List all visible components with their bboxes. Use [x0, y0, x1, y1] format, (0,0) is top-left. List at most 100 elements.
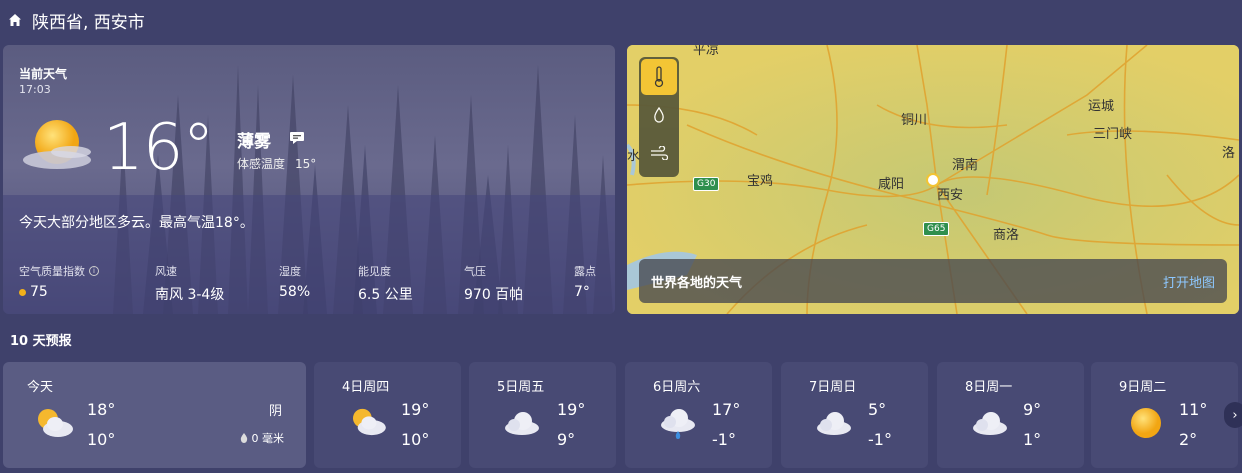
stat-visibility[interactable]: 能见度 6.5 公里 [358, 263, 413, 304]
map-city-label: 水 [627, 149, 641, 164]
current-title: 当前天气 [19, 67, 68, 81]
dew-point-label: 露点 [574, 265, 596, 278]
location-title[interactable]: 陕西省, 西安市 [32, 8, 145, 33]
highway-badge: G65 [923, 222, 950, 236]
map-layer-controls [639, 57, 679, 177]
pressure-label: 气压 [464, 265, 486, 278]
dew-point-value: 7° [574, 284, 590, 300]
forecast-day: 5日周五 [497, 380, 545, 395]
partly-cloudy-icon [353, 408, 386, 436]
feels-label: 体感温度 [237, 157, 286, 171]
forecast-high: 17° [712, 400, 741, 419]
wind-icon [651, 146, 668, 160]
thermometer-icon [654, 66, 664, 88]
chevron-right-icon: › [1232, 407, 1238, 423]
current-weather-card: 当前天气 17:03 16° 薄雾 体感温度 15° 今天大部分地区多云。最高气温… [3, 45, 615, 314]
precip-value: 0 毫米 [251, 432, 285, 445]
forecast-high: 11° [1179, 400, 1208, 419]
temperature-layer-button[interactable] [641, 59, 677, 95]
weather-map[interactable]: 铜川 渭南 咸阳 西安 宝鸡 商洛 运城 三门峡 洛 平凉 水 G30 G65 … [627, 45, 1239, 314]
forecast-low: 9° [557, 430, 576, 449]
forecast-card[interactable]: 6日周六 17° -1° [625, 362, 772, 468]
forecast-card[interactable]: 8日周一 9° 1° [937, 362, 1084, 468]
home-icon[interactable] [8, 13, 22, 27]
forecast-day: 6日周六 [653, 380, 701, 395]
map-city-label: 西安 [937, 188, 964, 203]
visibility-label: 能见度 [358, 265, 391, 278]
map-city-label: 平凉 [693, 45, 720, 58]
map-city-label: 商洛 [993, 228, 1020, 243]
cloud-icon [817, 412, 851, 435]
forecast-high: 9° [1023, 400, 1042, 419]
map-title: 世界各地的天气 [651, 275, 743, 291]
map-city-label: 渭南 [952, 158, 979, 173]
open-map-link[interactable]: 打开地图 [1163, 272, 1215, 291]
stat-pressure[interactable]: 气压 970 百帕 [464, 263, 523, 304]
humidity-label: 湿度 [279, 265, 301, 278]
pressure-value: 970 百帕 [464, 287, 524, 303]
forecast-day: 7日周日 [809, 380, 857, 395]
forecast-low: 10° [87, 430, 116, 449]
forecast-condition: 阴 [268, 404, 282, 419]
cloud-icon [505, 412, 539, 435]
droplet-icon [240, 433, 247, 443]
forecast-high: 18° [87, 400, 116, 419]
cloud-icon [973, 412, 1007, 435]
info-icon[interactable]: i [89, 266, 99, 276]
map-city-label: 洛 [1222, 146, 1236, 161]
wind-value: 南风 3-4级 [155, 287, 225, 303]
map-city-label: 咸阳 [878, 177, 905, 192]
forecast-high: 19° [557, 400, 586, 419]
forecast-precip: 0 毫米 [240, 430, 285, 446]
forecast-day: 9日周二 [1119, 380, 1167, 395]
forecast-day: 4日周四 [342, 380, 390, 395]
precipitation-layer-button[interactable] [641, 97, 677, 133]
wind-label: 风速 [155, 265, 177, 278]
forecast-low: 10° [401, 430, 430, 449]
top-bar: 陕西省, 西安市 [0, 0, 1242, 40]
forecast-low: -1° [712, 430, 736, 449]
forecast-card[interactable]: 4日周四 19° 10° [314, 362, 461, 468]
map-city-label: 铜川 [901, 113, 928, 128]
forecast-card-today[interactable]: 今天 18° 10° 阴 0 毫米 [3, 362, 306, 468]
feels-like: 体感温度 15° [237, 155, 316, 172]
condition-text: 薄雾 [237, 132, 271, 152]
stat-dew-point[interactable]: 露点 7° [574, 263, 596, 300]
weather-summary: 今天大部分地区多云。最高气温18°。 [19, 215, 254, 231]
forecast-high: 19° [401, 400, 430, 419]
droplet-icon [654, 107, 664, 123]
map-city-label: 运城 [1088, 99, 1115, 114]
forecast-low: 2° [1179, 430, 1198, 449]
humidity-value: 58% [279, 284, 311, 300]
partly-cloudy-icon [23, 120, 91, 169]
stat-aqi[interactable]: 空气质量指数 i 75 [19, 263, 99, 300]
forecast-card[interactable]: 5日周五 19° 9° [469, 362, 616, 468]
aqi-label: 空气质量指数 [19, 265, 85, 278]
forecast-high: 5° [868, 400, 887, 419]
stat-humidity[interactable]: 湿度 58% [279, 263, 310, 300]
highway-badge: G30 [693, 177, 720, 191]
map-footer: 世界各地的天气 打开地图 [639, 259, 1227, 303]
forecast-card[interactable]: 7日周日 5° -1° [781, 362, 928, 468]
forecast-title: 10 天预报 [10, 334, 72, 349]
forecast-card[interactable]: 9日周二 11° 2° [1091, 362, 1238, 468]
feels-value: 15° [295, 157, 317, 171]
aqi-dot [19, 288, 26, 296]
current-temperature: 16° [103, 111, 214, 185]
stat-wind[interactable]: 风速 南风 3-4级 [155, 263, 224, 304]
map-city-label: 三门峡 [1093, 127, 1133, 142]
forecast-day: 8日周一 [965, 380, 1013, 395]
comment-icon[interactable] [289, 131, 305, 145]
wind-layer-button[interactable] [641, 135, 677, 171]
aqi-value: 75 [30, 284, 48, 300]
visibility-value: 6.5 公里 [358, 287, 413, 303]
rain-cloud-icon [661, 409, 695, 439]
sun-icon [1131, 408, 1161, 438]
map-city-label: 宝鸡 [747, 174, 774, 189]
partly-cloudy-icon [38, 409, 73, 437]
forecast-day: 今天 [27, 380, 54, 395]
forecast-low: 1° [1023, 430, 1042, 449]
forecast-low: -1° [868, 430, 892, 449]
current-time: 17:03 [19, 83, 51, 96]
next-forecast-button[interactable]: › [1224, 402, 1242, 428]
